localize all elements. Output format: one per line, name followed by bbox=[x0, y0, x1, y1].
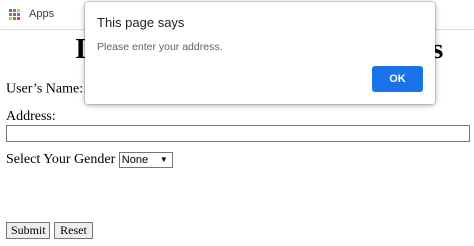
alert-dialog: This page says Please enter your address… bbox=[85, 2, 435, 104]
dialog-title: This page says bbox=[97, 15, 185, 30]
dropdown-caret-icon: ▼ bbox=[159, 155, 168, 164]
dialog-message: Please enter your address. bbox=[97, 41, 223, 53]
apps-bookmark-label[interactable]: Apps bbox=[29, 8, 54, 20]
gender-select[interactable]: None ▼ bbox=[118, 152, 173, 168]
submit-button[interactable]: Submit bbox=[6, 222, 50, 239]
gender-label: Select Your Gender bbox=[6, 152, 116, 168]
address-label: Address: bbox=[6, 109, 56, 124]
reset-button[interactable]: Reset bbox=[54, 222, 93, 239]
ok-button[interactable]: OK bbox=[372, 66, 423, 92]
gender-selected-value: None bbox=[121, 154, 149, 166]
address-input[interactable] bbox=[6, 125, 470, 142]
name-label: User’s Name: bbox=[6, 81, 84, 97]
gender-row: Select Your Gender None ▼ bbox=[6, 152, 173, 168]
apps-grid-icon[interactable] bbox=[9, 9, 21, 21]
